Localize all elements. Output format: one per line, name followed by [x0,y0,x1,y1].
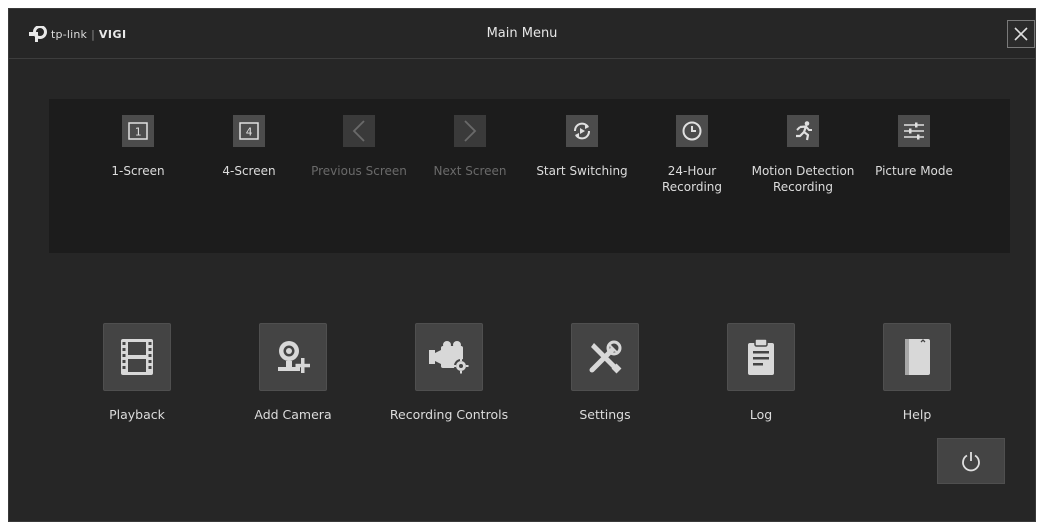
close-icon [1014,27,1028,41]
start-switching-button[interactable]: Start Switching [526,115,638,179]
picture-mode-label: Picture Mode [875,164,953,178]
live-view-toolbar: 1 1-Screen 4 4-Screen Previous Screen Ne… [49,99,1010,253]
previous-screen-label: Previous Screen [311,164,407,178]
previous-screen-button[interactable]: Previous Screen [303,115,415,179]
settings-button[interactable]: Settings [545,323,665,422]
power-icon [962,452,980,472]
add-camera-icon [259,323,327,391]
log-button[interactable]: Log [701,323,821,422]
sliders-icon [898,115,930,147]
chevron-left-icon [343,115,375,147]
24-hour-recording-button[interactable]: 24-Hour Recording [636,115,748,195]
next-screen-button[interactable]: Next Screen [414,115,526,179]
recording-camera-icon [415,323,483,391]
four-screen-label: 4-Screen [222,164,276,178]
main-menu-window: tp-link | VIGI Main Menu 1 1-Screen 4 4-… [8,8,1036,522]
picture-mode-button[interactable]: Picture Mode [858,115,970,179]
svg-text:1: 1 [135,126,142,139]
title-bar: tp-link | VIGI Main Menu [9,9,1035,59]
close-button[interactable] [1007,20,1035,48]
power-button[interactable] [937,438,1005,484]
four-screen-button[interactable]: 4 4-Screen [193,115,305,179]
motion-detection-recording-button[interactable]: Motion Detection Recording [747,115,859,195]
one-screen-label: 1-Screen [111,164,165,178]
settings-label: Settings [579,407,631,422]
recording-controls-button[interactable]: Recording Controls [389,323,509,422]
add-camera-button[interactable]: Add Camera [233,323,353,422]
clipboard-icon [727,323,795,391]
start-switching-label: Start Switching [536,164,628,178]
recording-controls-label: Recording Controls [389,407,509,422]
motion-detection-recording-label: Motion Detection Recording [751,164,855,194]
one-screen-icon: 1 [122,115,154,147]
running-person-icon [787,115,819,147]
clock-icon [676,115,708,147]
help-label: Help [902,407,932,422]
svg-text:4: 4 [246,126,253,139]
add-camera-label: Add Camera [254,407,332,422]
book-icon [883,323,951,391]
playback-label: Playback [109,407,165,422]
playback-button[interactable]: Playback [77,323,197,422]
help-button[interactable]: Help [857,323,977,422]
switching-icon [566,115,598,147]
next-screen-label: Next Screen [433,164,507,178]
film-icon [103,323,171,391]
log-label: Log [749,407,773,422]
four-screen-icon: 4 [233,115,265,147]
window-title: Main Menu [486,26,558,41]
chevron-right-icon [454,115,486,147]
24-hour-recording-label: 24-Hour Recording [661,164,723,194]
one-screen-button[interactable]: 1 1-Screen [82,115,194,179]
tools-icon [571,323,639,391]
